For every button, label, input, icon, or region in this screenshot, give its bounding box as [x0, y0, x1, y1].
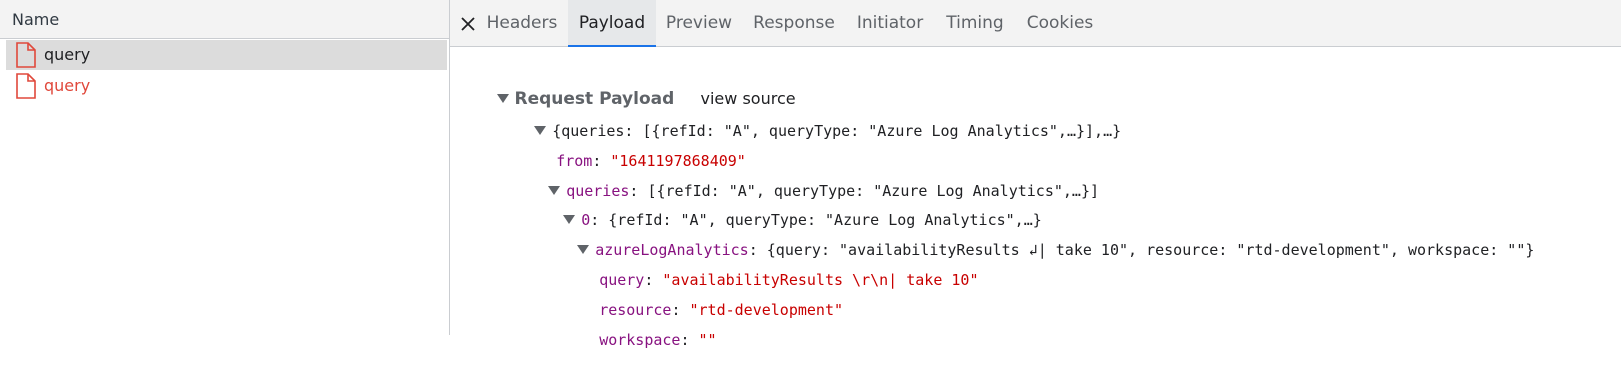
tree-node-query[interactable]: query: "availabilityResults \r\n| take 1… — [545, 235, 978, 289]
tab-cookies[interactable]: Cookies — [1022, 0, 1098, 46]
tree-node-from[interactable]: from: "1641197868409" — [502, 116, 746, 170]
view-source-link[interactable]: view source — [670, 54, 796, 108]
request-row-query-1[interactable]: query — [6, 40, 447, 70]
file-icon — [16, 73, 36, 99]
close-icon — [461, 17, 475, 31]
request-list-panel: Name query query — [0, 0, 450, 335]
close-button[interactable] — [456, 12, 480, 36]
tab-preview[interactable]: Preview — [663, 0, 735, 46]
tab-headers[interactable]: Headers — [483, 0, 561, 46]
payload-view: Request Payload view source {queries: [{… — [450, 48, 1621, 349]
request-row-query-2[interactable]: query — [6, 71, 447, 101]
request-name: query — [44, 76, 91, 95]
request-details-panel: Headers Payload Preview Response Initiat… — [450, 0, 1621, 349]
tab-initiator[interactable]: Initiator — [852, 0, 928, 46]
tab-timing[interactable]: Timing — [943, 0, 1007, 46]
request-list-header[interactable]: Name — [0, 0, 449, 39]
tab-response[interactable]: Response — [750, 0, 838, 46]
tab-payload[interactable]: Payload — [568, 0, 656, 47]
request-payload-section[interactable]: Request Payload — [466, 54, 674, 109]
tree-node-root[interactable]: {queries: [{refId: "A", queryType: "Azur… — [480, 86, 1121, 140]
tree-node-azure-log-analytics[interactable]: azureLogAnalytics: {query: "availability… — [523, 205, 1534, 259]
name-column-header[interactable]: Name — [12, 10, 59, 29]
property-key: workspace — [599, 331, 681, 349]
property-value: "" — [698, 331, 717, 349]
tree-node-queries[interactable]: queries: [{refId: "A", queryType: "Azure… — [494, 146, 1099, 200]
tree-node-resource[interactable]: resource: "rtd-development" — [545, 265, 843, 319]
tree-node-item-0[interactable]: 0: {refId: "A", queryType: "Azure Log An… — [509, 175, 1042, 229]
request-name: query — [44, 45, 91, 64]
tree-node-workspace[interactable]: workspace: "" — [545, 295, 716, 349]
details-tabbar: Headers Payload Preview Response Initiat… — [450, 0, 1621, 47]
file-icon — [16, 42, 36, 68]
